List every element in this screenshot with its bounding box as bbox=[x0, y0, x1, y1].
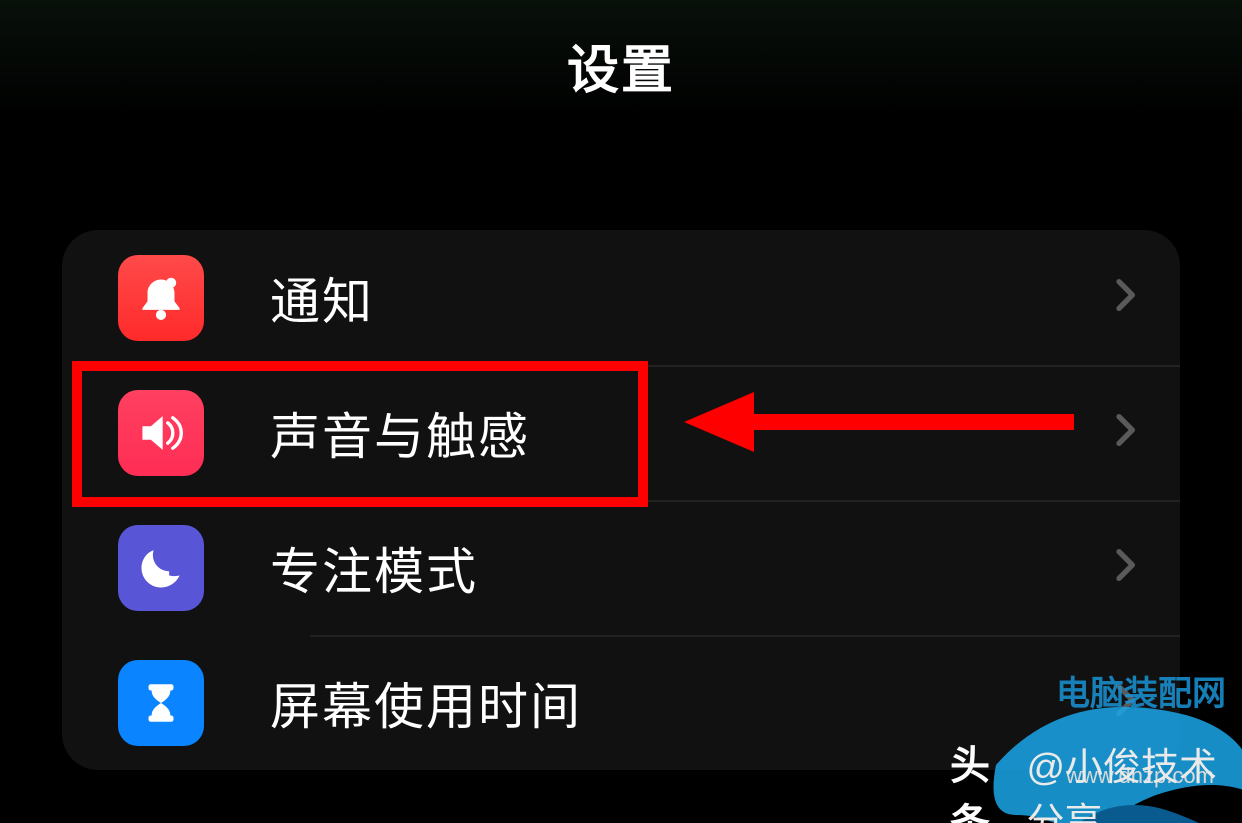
hourglass-icon bbox=[118, 660, 204, 746]
settings-row-focus[interactable]: 专注模式 bbox=[62, 500, 1180, 635]
settings-row-label: 专注模式 bbox=[270, 532, 1104, 604]
chevron-right-icon bbox=[1104, 680, 1144, 725]
settings-row-sounds-haptics[interactable]: 声音与触感 bbox=[62, 365, 1180, 500]
moon-icon bbox=[118, 525, 204, 611]
bell-icon bbox=[118, 255, 204, 341]
page-title: 设置 bbox=[567, 28, 675, 103]
footer-brand-text: 头条 bbox=[950, 733, 1020, 823]
settings-row-notifications[interactable]: 通知 bbox=[62, 230, 1180, 365]
settings-card: 通知 声音与触感 专注模式 bbox=[62, 230, 1180, 770]
speaker-icon bbox=[118, 390, 204, 476]
footer-byline: 头条 @小俊技术分享 bbox=[950, 766, 1242, 816]
settings-row-label: 声音与触感 bbox=[270, 397, 1104, 469]
settings-row-label: 屏幕使用时间 bbox=[270, 667, 1104, 739]
settings-screenshot: 设置 通知 声音与触感 专注模式 bbox=[0, 0, 1242, 823]
chevron-right-icon bbox=[1104, 410, 1144, 455]
footer-handle-text: @小俊技术分享 bbox=[1026, 736, 1242, 823]
chevron-right-icon bbox=[1104, 545, 1144, 590]
chevron-right-icon bbox=[1104, 275, 1144, 320]
title-bar: 设置 bbox=[0, 0, 1242, 130]
settings-row-label: 通知 bbox=[270, 262, 1104, 334]
